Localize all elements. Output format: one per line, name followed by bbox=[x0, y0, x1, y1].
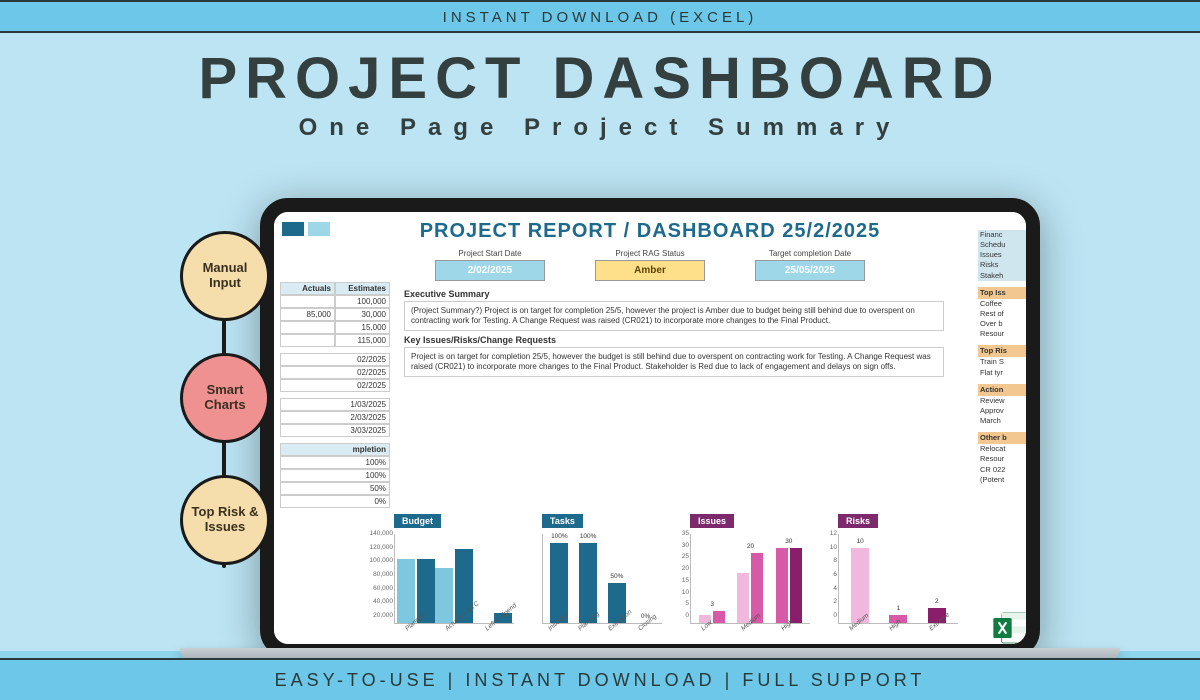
cell: 85,000 bbox=[280, 308, 335, 321]
hero-subtitle: One Page Project Summary bbox=[0, 114, 1200, 142]
hero: PROJECT DASHBOARD One Page Project Summa… bbox=[0, 33, 1200, 651]
start-date-label: Project Start Date bbox=[435, 249, 545, 258]
chart-budget-title: Budget bbox=[394, 514, 441, 528]
target-date-label: Target completion Date bbox=[755, 249, 865, 258]
cell: Schedu bbox=[978, 240, 1026, 250]
excel-icon bbox=[990, 608, 1030, 648]
cell: Financ bbox=[978, 230, 1026, 240]
cell: Resour bbox=[978, 329, 1026, 339]
cell: 02/2025 bbox=[280, 353, 390, 366]
start-date-value: 2/02/2025 bbox=[435, 260, 545, 281]
cell: (Potent bbox=[978, 475, 1026, 485]
key-issues-heading: Key Issues/Risks/Change Requests bbox=[404, 335, 1016, 345]
cell: 0% bbox=[280, 495, 390, 508]
dashboard-screen: PROJECT REPORT / DASHBOARD 25/2/2025 Pro… bbox=[274, 212, 1026, 644]
col-estimates: Estimates bbox=[335, 282, 390, 295]
circle-top-risk-issues: Top Risk & Issues bbox=[180, 475, 270, 565]
cell: 50% bbox=[280, 482, 390, 495]
section-top-issues: Top Iss bbox=[978, 287, 1026, 299]
left-data-column: ActualsEstimates 100,000 85,00030,000 15… bbox=[280, 282, 390, 514]
cell: 1/03/2025 bbox=[280, 398, 390, 411]
report-title: PROJECT REPORT / DASHBOARD 25/2/2025 bbox=[284, 220, 1016, 243]
cell: Issues bbox=[978, 250, 1026, 260]
cell: Resour bbox=[978, 454, 1026, 464]
y-ticks: 35302520151050 bbox=[663, 530, 689, 619]
chart-risks: Risks 121086420 10 1 2 MediumHighExtreme bbox=[838, 514, 958, 634]
y-ticks: 140,000120,000100,00080,00060,00040,0002… bbox=[367, 530, 393, 619]
legend-swatch bbox=[282, 222, 330, 236]
chart-tasks-title: Tasks bbox=[542, 514, 583, 528]
cell: March bbox=[978, 416, 1026, 426]
exec-summary-heading: Executive Summary bbox=[404, 289, 1016, 299]
y-ticks: 121086420 bbox=[811, 530, 837, 619]
start-date-box: Project Start Date 2/02/2025 bbox=[435, 249, 545, 281]
section-actions: Action bbox=[978, 384, 1026, 396]
chart-tasks: Tasks 100% 100% 50% 0% InitiationPlannin… bbox=[542, 514, 662, 634]
cell: 2/03/2025 bbox=[280, 411, 390, 424]
cell: Flat tyr bbox=[978, 368, 1026, 378]
chart-budget: Budget 140,000120,000100,00080,00060,000… bbox=[394, 514, 514, 634]
cell: Over b bbox=[978, 319, 1026, 329]
rag-status-label: Project RAG Status bbox=[595, 249, 705, 258]
chart-issues: Issues 35302520151050 3 20 30 LowMediumH… bbox=[690, 514, 810, 634]
col-actuals: Actuals bbox=[280, 282, 335, 295]
exec-summary-body: (Project Summary?) Project is on target … bbox=[404, 301, 944, 331]
rag-status-box: Project RAG Status Amber bbox=[595, 249, 705, 281]
circle-manual-input: Manual Input bbox=[180, 231, 270, 321]
top-banner: INSTANT DOWNLOAD (EXCEL) bbox=[0, 0, 1200, 33]
bottom-banner: EASY-TO-USE | INSTANT DOWNLOAD | FULL SU… bbox=[0, 658, 1200, 700]
cell: 02/2025 bbox=[280, 366, 390, 379]
cell: 100% bbox=[280, 456, 390, 469]
section-other: Other b bbox=[978, 432, 1026, 444]
target-date-value: 25/05/2025 bbox=[755, 260, 865, 281]
chart-risks-title: Risks bbox=[838, 514, 878, 528]
rag-status-value: Amber bbox=[595, 260, 705, 281]
cell: Coffee bbox=[978, 299, 1026, 309]
cell: Train S bbox=[978, 357, 1026, 367]
col-completion: mpletion bbox=[280, 443, 390, 456]
section-top-risks: Top Ris bbox=[978, 345, 1026, 357]
cell: CR 022 bbox=[978, 465, 1026, 475]
cell: Risks bbox=[978, 260, 1026, 270]
cell: 100,000 bbox=[335, 295, 390, 308]
laptop-mockup: PROJECT REPORT / DASHBOARD 25/2/2025 Pro… bbox=[260, 198, 1040, 658]
cell: 3/03/2025 bbox=[280, 424, 390, 437]
charts-row: Budget 140,000120,000100,00080,00060,000… bbox=[394, 514, 958, 634]
cell: Approv bbox=[978, 406, 1026, 416]
cell: 100% bbox=[280, 469, 390, 482]
cell: Stakeh bbox=[978, 271, 1026, 281]
circle-smart-charts: Smart Charts bbox=[180, 353, 270, 443]
key-issues-body: Project is on target for completion 25/5… bbox=[404, 347, 944, 377]
cell: 115,000 bbox=[335, 334, 390, 347]
top-metrics-row: Project Start Date 2/02/2025 Project RAG… bbox=[284, 249, 1016, 281]
right-data-column: Financ Schedu Issues Risks Stakeh Top Is… bbox=[978, 230, 1026, 485]
cell: 30,000 bbox=[335, 308, 390, 321]
target-date-box: Target completion Date 25/05/2025 bbox=[755, 249, 865, 281]
cell: 02/2025 bbox=[280, 379, 390, 392]
cell: 15,000 bbox=[335, 321, 390, 334]
cell: Review bbox=[978, 396, 1026, 406]
cell: Relocat bbox=[978, 444, 1026, 454]
chart-issues-title: Issues bbox=[690, 514, 734, 528]
cell: Rest of bbox=[978, 309, 1026, 319]
hero-title: PROJECT DASHBOARD bbox=[0, 45, 1200, 112]
